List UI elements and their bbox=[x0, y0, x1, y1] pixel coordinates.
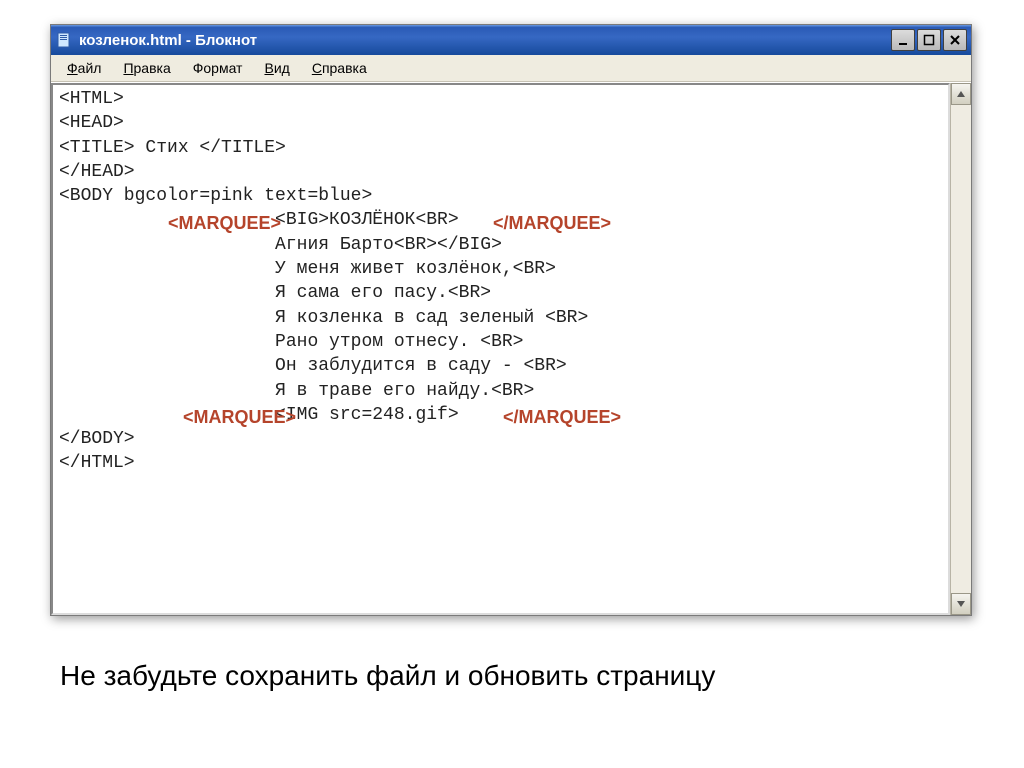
slide-caption: Не забудьте сохранить файл и обновить ст… bbox=[60, 660, 715, 692]
vertical-scrollbar[interactable] bbox=[950, 83, 971, 615]
code-line: Я сама его пасу.<BR> bbox=[59, 283, 491, 303]
code-line: <TITLE> Стих </TITLE> bbox=[59, 138, 286, 158]
code-line: </HEAD> bbox=[59, 162, 135, 182]
code-line: <HEAD> bbox=[59, 113, 124, 133]
menu-view[interactable]: Вид bbox=[254, 58, 299, 78]
annotation-marquee-close-2: </MARQUEE> bbox=[503, 407, 621, 428]
titlebar: козленок.html - Блокнот bbox=[51, 25, 971, 55]
scroll-down-button[interactable] bbox=[951, 593, 971, 615]
maximize-button[interactable] bbox=[917, 29, 941, 51]
app-icon bbox=[57, 32, 73, 48]
code-line: Рано утром отнесу. <BR> bbox=[59, 332, 523, 352]
client-area: <HTML> <HEAD> <TITLE> Стих </TITLE> </HE… bbox=[51, 82, 971, 615]
scroll-up-button[interactable] bbox=[951, 83, 971, 105]
menu-edit[interactable]: Правка bbox=[113, 58, 180, 78]
code-line: Я в траве его найду.<BR> bbox=[59, 381, 534, 401]
menu-file[interactable]: Файл bbox=[57, 58, 111, 78]
menu-help[interactable]: Справка bbox=[302, 58, 377, 78]
menu-format[interactable]: Формат bbox=[183, 58, 253, 78]
code-line: Агния Барто<BR></BIG> bbox=[59, 235, 502, 255]
annotation-marquee-open-1: <MARQUEE> bbox=[168, 213, 281, 234]
code-line: <HTML> bbox=[59, 89, 124, 109]
minimize-button[interactable] bbox=[891, 29, 915, 51]
window-title: козленок.html - Блокнот bbox=[79, 32, 891, 49]
code-line: </HTML> bbox=[59, 453, 135, 473]
menubar: Файл Правка Формат Вид Справка bbox=[51, 55, 971, 82]
code-line: </BODY> bbox=[59, 429, 135, 449]
annotation-marquee-close-1: </MARQUEE> bbox=[493, 213, 611, 234]
window-buttons bbox=[891, 29, 967, 51]
notepad-window: козленок.html - Блокнот Файл Правка Форм… bbox=[50, 24, 972, 616]
annotation-marquee-open-2: <MARQUEE> bbox=[183, 407, 296, 428]
scroll-track[interactable] bbox=[951, 105, 971, 593]
code-line: <BODY bgcolor=pink text=blue> bbox=[59, 186, 372, 206]
code-line: У меня живет козлёнок,<BR> bbox=[59, 259, 556, 279]
close-button[interactable] bbox=[943, 29, 967, 51]
code-line: Я козленка в сад зеленый <BR> bbox=[59, 308, 588, 328]
code-line: Он заблудится в саду - <BR> bbox=[59, 356, 567, 376]
text-editor[interactable]: <HTML> <HEAD> <TITLE> Стих </TITLE> </HE… bbox=[51, 83, 950, 615]
